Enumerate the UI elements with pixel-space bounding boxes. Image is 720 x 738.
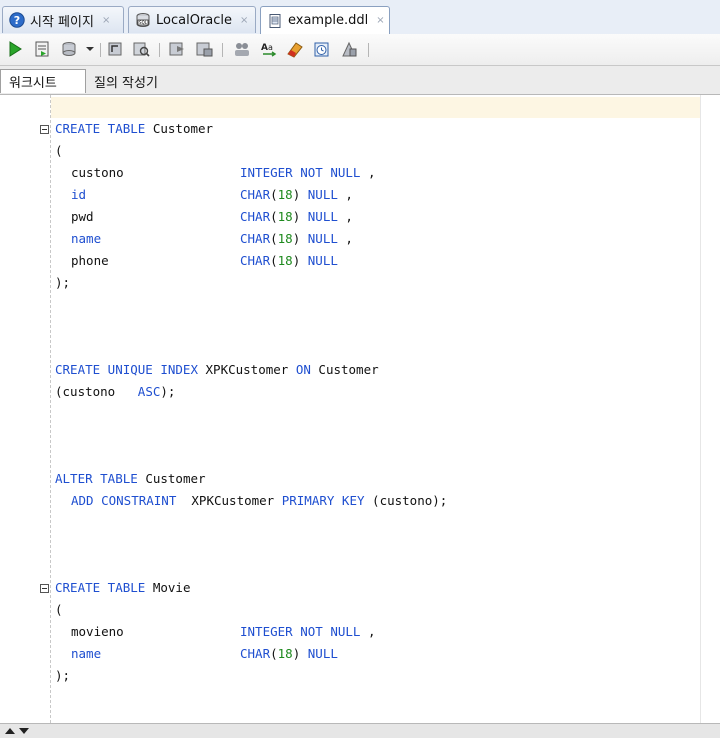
- code-line: movieno: [71, 624, 124, 639]
- commit-icon[interactable]: [60, 40, 78, 58]
- code-line: (: [55, 602, 63, 617]
- worksheet-subtabs: 워크시트 질의 작성기: [0, 66, 720, 95]
- code-line: ALTER TABLE Customer: [55, 471, 206, 486]
- code-line: );: [55, 668, 71, 683]
- autotrace-icon[interactable]: [168, 40, 186, 58]
- code-line: CREATE UNIQUE INDEX XPKCustomer ON Custo…: [55, 362, 379, 377]
- tab-label: 시작 페이지: [30, 14, 94, 30]
- code-line: name: [71, 231, 102, 246]
- code-line: id: [71, 187, 87, 202]
- dropdown-icon[interactable]: [84, 40, 96, 58]
- svg-text:a: a: [268, 43, 273, 52]
- svg-text:A: A: [261, 43, 268, 53]
- tab-start-page[interactable]: ? 시작 페이지 ×: [2, 6, 124, 33]
- code-line: pwd: [71, 209, 94, 224]
- code-line: (: [55, 143, 63, 158]
- code-line: CHAR(18) NULL: [240, 646, 338, 661]
- tab-example-ddl[interactable]: example.ddl ×: [260, 6, 390, 34]
- toolbar-separator: [159, 43, 160, 57]
- explain-plan-icon[interactable]: [132, 40, 150, 58]
- run-script-icon[interactable]: [33, 40, 51, 58]
- right-margin-line: [700, 95, 701, 723]
- code-line: CREATE TABLE Customer: [55, 121, 214, 136]
- tab-label: LocalOracle: [156, 12, 232, 28]
- close-icon[interactable]: ×: [376, 15, 384, 26]
- database-connection-icon: SQL: [136, 13, 150, 27]
- current-line-highlight: [51, 97, 700, 118]
- worksheet-toolbar: A a: [0, 34, 720, 66]
- clear-icon[interactable]: [286, 40, 304, 58]
- sql-tuning-icon[interactable]: [195, 40, 213, 58]
- gutter-divider: [50, 95, 51, 723]
- fold-toggle-icon[interactable]: [40, 584, 49, 593]
- toolbar-separator: [368, 43, 369, 57]
- close-icon[interactable]: ×: [102, 15, 110, 26]
- code-line: custono: [71, 165, 124, 180]
- code-line: name: [71, 646, 102, 661]
- editor-bottom-bar: [0, 723, 720, 738]
- help-icon: ?: [9, 12, 25, 28]
- code-line: CREATE TABLE Movie: [55, 580, 191, 595]
- code-line: ADD CONSTRAINT XPKCustomer PRIMARY KEY (…: [71, 493, 448, 508]
- code-line: CHAR(18) NULL ,: [240, 187, 353, 202]
- svg-text:?: ?: [14, 14, 20, 27]
- toolbar-separator: [222, 43, 223, 57]
- tab-worksheet[interactable]: 워크시트: [0, 69, 86, 93]
- code-line: CHAR(18) NULL ,: [240, 209, 353, 224]
- split-arrows-icon[interactable]: [4, 726, 32, 736]
- code-line: INTEGER NOT NULL ,: [240, 624, 376, 639]
- code-line: phone: [71, 253, 109, 268]
- toolbar-separator: [100, 43, 101, 57]
- unshared-icon[interactable]: [233, 40, 251, 58]
- tab-localoracle[interactable]: SQL LocalOracle ×: [128, 6, 256, 33]
- rollback-icon[interactable]: [106, 40, 124, 58]
- tab-query-builder[interactable]: 질의 작성기: [86, 69, 186, 93]
- options-icon[interactable]: [340, 40, 358, 58]
- code-line: INTEGER NOT NULL ,: [240, 165, 376, 180]
- tab-label: example.ddl: [288, 13, 369, 28]
- sql-file-icon: [269, 13, 281, 28]
- subtab-label: 워크시트: [9, 76, 57, 91]
- code-line: CHAR(18) NULL: [240, 253, 338, 268]
- run-statement-icon[interactable]: [6, 40, 24, 58]
- format-icon[interactable]: A a: [260, 40, 278, 58]
- document-tab-bar: ? 시작 페이지 × SQL LocalOracle × example.ddl…: [0, 0, 720, 35]
- code-line: );: [55, 275, 71, 290]
- code-line: (custono ASC);: [55, 384, 176, 399]
- fold-toggle-icon[interactable]: [40, 125, 49, 134]
- code-line: CHAR(18) NULL ,: [240, 231, 353, 246]
- svg-text:SQL: SQL: [139, 20, 148, 25]
- sql-editor[interactable]: CREATE TABLE Customer ( custono INTEGER …: [0, 95, 720, 723]
- subtab-label: 질의 작성기: [94, 75, 158, 91]
- close-icon[interactable]: ×: [240, 15, 248, 26]
- history-icon[interactable]: [313, 40, 331, 58]
